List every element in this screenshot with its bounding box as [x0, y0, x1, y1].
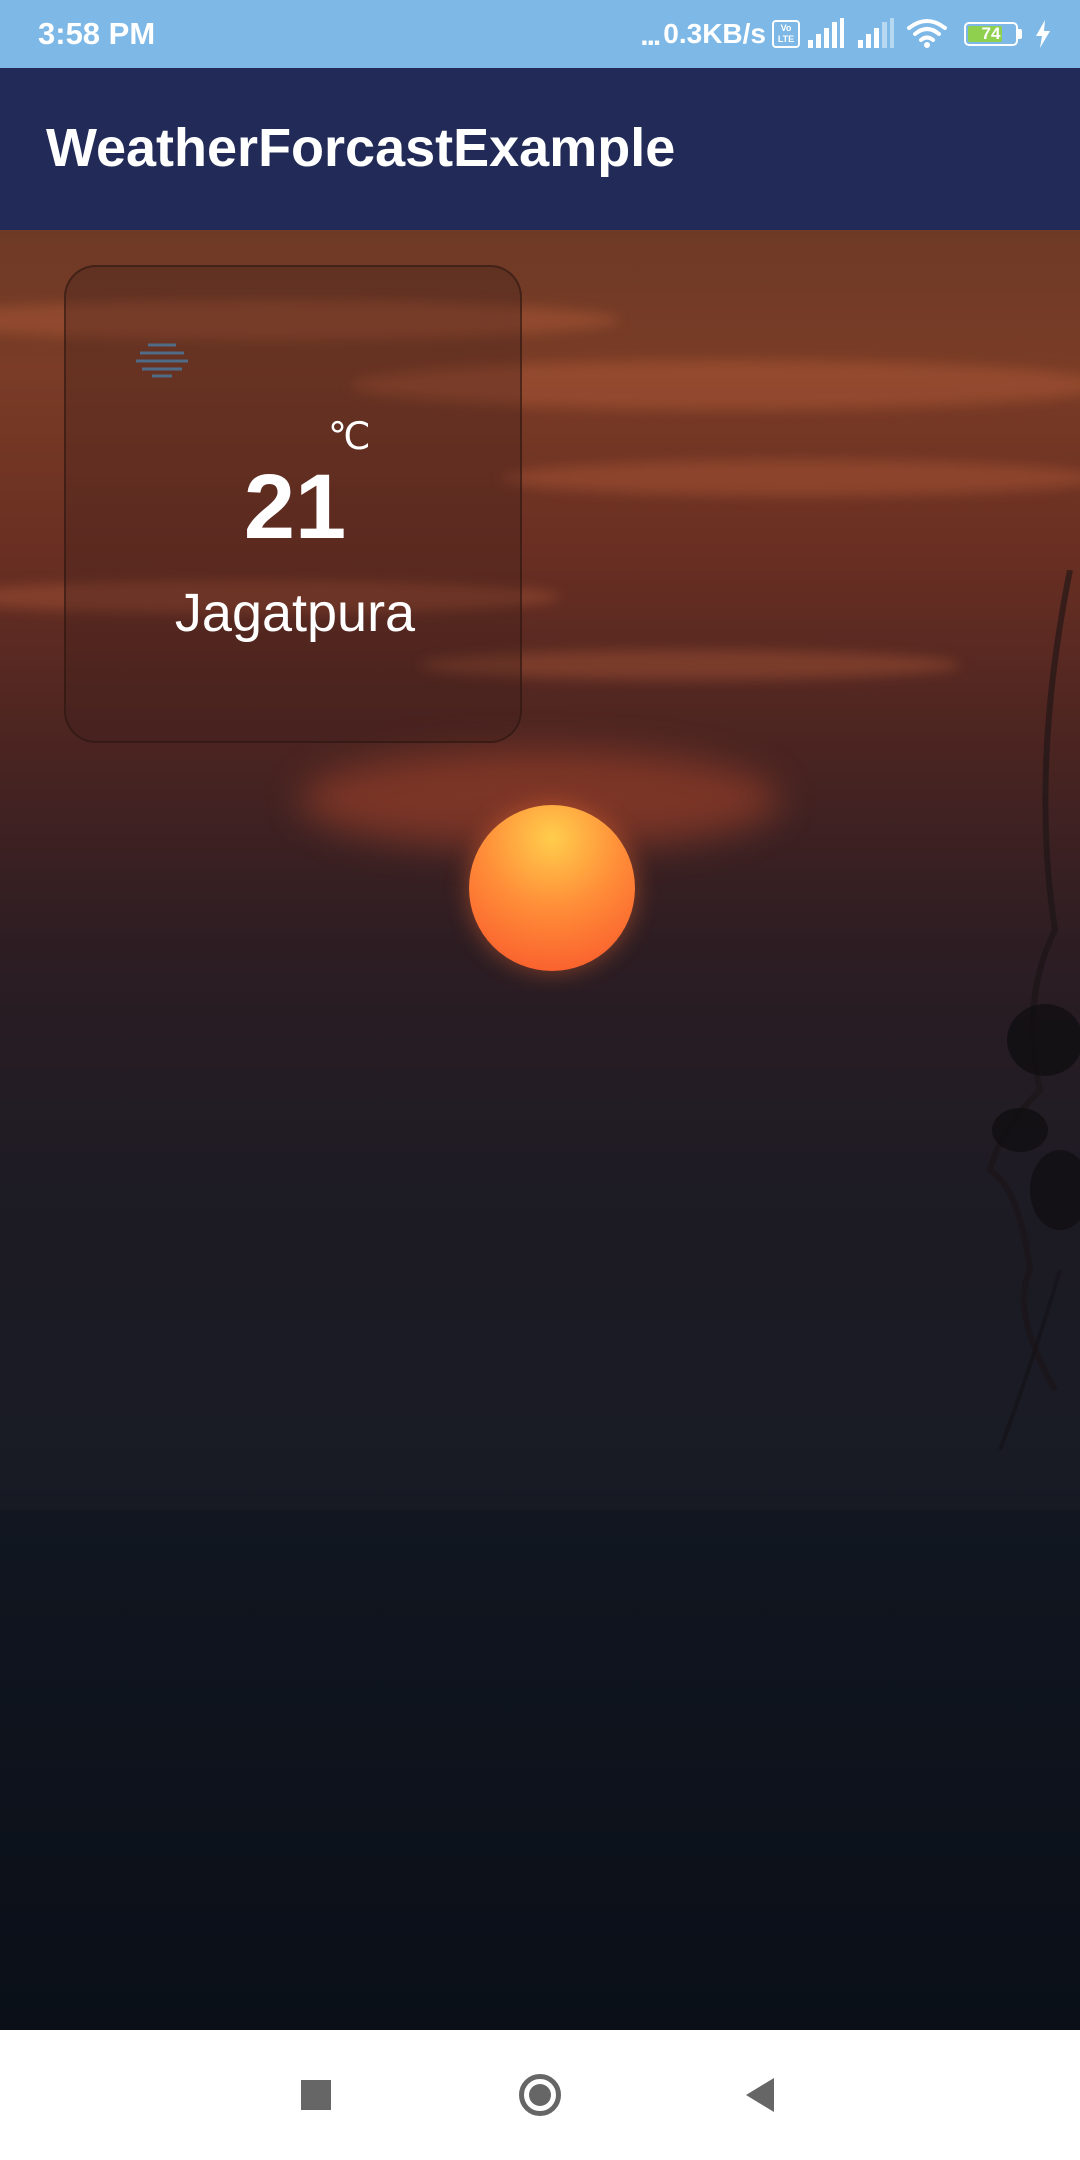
signal-icon — [858, 18, 894, 48]
app-bar: WeatherForcastExample — [0, 68, 1080, 230]
temperature-value: 21 — [243, 456, 347, 558]
battery-icon: 74 — [964, 22, 1022, 46]
volte-icon: Vo LTE — [772, 20, 800, 48]
home-button[interactable] — [500, 2030, 580, 2160]
battery-tip — [1018, 29, 1022, 39]
more-notifications-icon: ... — [640, 19, 661, 52]
recents-icon — [301, 2080, 331, 2110]
network-speed: 0.3KB/s — [663, 18, 766, 49]
sun — [469, 805, 635, 971]
back-button[interactable] — [720, 2030, 800, 2160]
hills-silhouette — [0, 1510, 1080, 2030]
weather-card[interactable]: ℃ 21 Jagatpura — [64, 265, 522, 743]
cloud — [500, 460, 1080, 496]
back-icon — [746, 2078, 774, 2112]
recents-button[interactable] — [276, 2030, 356, 2160]
temperature-unit: ℃ — [328, 416, 371, 458]
signal-icon — [808, 18, 844, 48]
battery-level: 74 — [981, 24, 1001, 43]
charging-icon — [1036, 20, 1050, 48]
city-name: Jagatpura — [174, 583, 416, 643]
volte-label-top: Vo — [780, 23, 792, 33]
battery-body: 74 — [964, 22, 1018, 46]
status-icons: ... 0.3KB/s Vo LTE 74 — [640, 12, 1052, 56]
wifi-icon — [907, 19, 947, 48]
haze-icon — [136, 343, 188, 378]
status-time: 3:58 PM — [38, 16, 156, 51]
navigation-bar — [0, 2030, 1080, 2160]
status-bar: 3:58 PM ... 0.3KB/s Vo LTE 74 — [0, 0, 1080, 68]
tree-silhouette — [986, 570, 1080, 1451]
volte-label-bottom: LTE — [777, 34, 795, 44]
app-title: WeatherForcastExample — [46, 118, 676, 178]
home-icon — [519, 2074, 561, 2116]
